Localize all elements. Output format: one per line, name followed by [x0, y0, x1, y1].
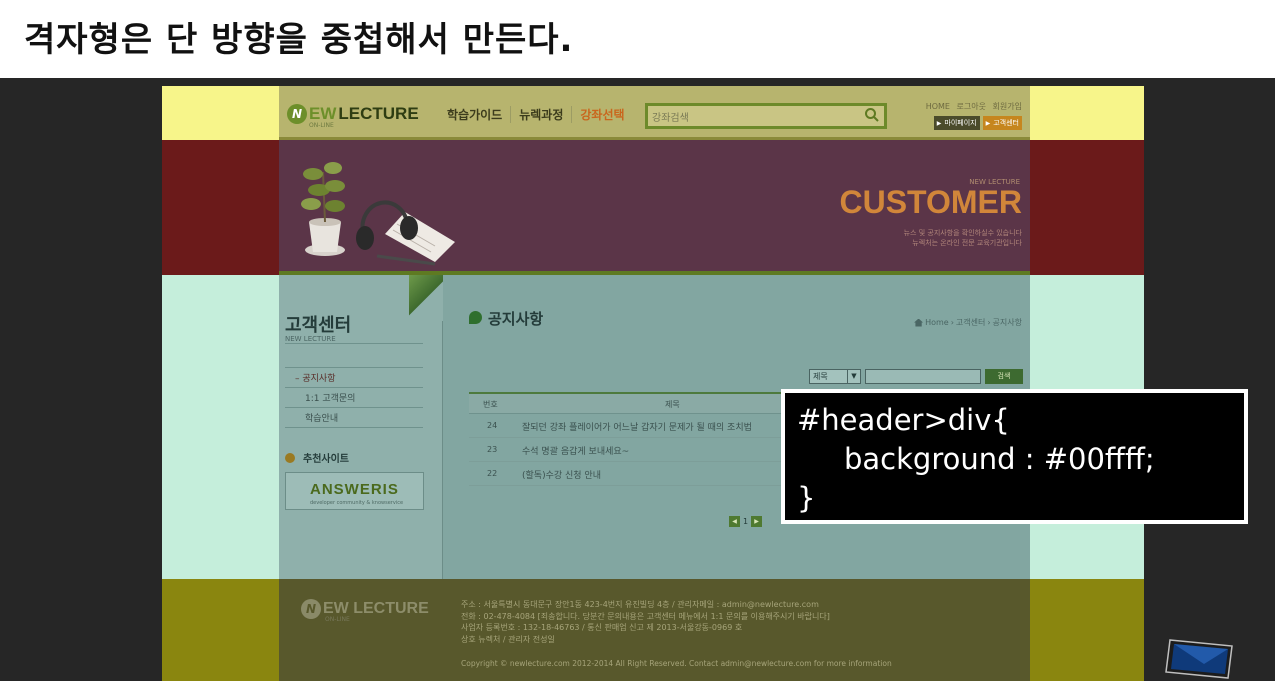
site-footer: N EW LECTURE ON-LINE 주소 : 서울특별시 동대문구 장안1… [279, 579, 1030, 681]
website-screenshot: N EW LECTURE ON-LINE 학습가이드 뉴렉과정 강좌선택 강좌검… [162, 86, 1144, 681]
sidebar-title: 고객센터 [285, 315, 352, 336]
row-subject-link[interactable]: (할독)수강 신청 안내 [522, 468, 601, 481]
page-fold-decoration [409, 275, 443, 321]
util-link-logout[interactable]: 로그아웃 [957, 102, 986, 111]
column-header-no: 번호 [483, 400, 498, 409]
logo-badge-icon: N [287, 104, 307, 124]
presentation-stage: N EW LECTURE ON-LINE 학습가이드 뉴렉과정 강좌선택 강좌검… [0, 78, 1275, 681]
site-banner: NEW LECTURE CUSTOMER 뉴스 및 공지사항을 확인하실수 있습… [279, 140, 1030, 275]
recommend-heading: 추천사이트 [303, 454, 349, 465]
sidebar-item-inquiry[interactable]: 1:1 고객문의 [305, 391, 355, 404]
util-link-home[interactable]: HOME [926, 102, 950, 111]
sidebar-divider [285, 427, 423, 428]
answeris-banner[interactable]: ANSWERIS developer community & knowservi… [285, 472, 424, 510]
code-line-close: } [797, 481, 816, 515]
pagination: ◀ 1 ▶ [729, 516, 763, 527]
nav-item-courses[interactable]: 뉴렉과정 [511, 106, 573, 123]
monitor-thumbnail-icon [1165, 639, 1233, 679]
search-placeholder: 강좌검색 [652, 113, 689, 124]
logo-subtext: ON-LINE [309, 122, 334, 129]
leaf-icon [469, 311, 482, 324]
search-button[interactable]: 검색 [985, 369, 1023, 384]
site-logo[interactable]: N EW LECTURE ON-LINE [287, 104, 419, 129]
mypage-label: 마이페이지 [944, 119, 977, 127]
banner-title: CUSTOMER [839, 184, 1022, 220]
breadcrumb-home[interactable]: Home [925, 318, 949, 327]
nav-item-select-course[interactable]: 강좌선택 [572, 106, 632, 123]
footer-logo-badge-icon: N [301, 599, 321, 619]
sidebar-item-study-guide[interactable]: 학습안내 [305, 411, 338, 424]
keyword-input[interactable] [865, 369, 981, 384]
arrow-right-icon: ▶ [936, 119, 942, 127]
answeris-tagline: developer community & knowservice [310, 500, 404, 506]
row-subject-link[interactable]: 잘되던 강좌 플레이어가 어느날 갑자기 문제가 될 때의 조치법 [522, 420, 752, 433]
footer-phone: 전화 : 02-478-4084 [죄송합니다. 당분간 문의내용은 고객센터 … [461, 611, 830, 621]
slide-title-bar: 격자형은 단 방향을 중첩해서 만든다. [0, 0, 1275, 78]
breadcrumb: Home › 고객센터 › 공지사항 [914, 317, 1022, 328]
row-number: 22 [487, 469, 498, 478]
sidebar: 고객센터 NEW LECTURE – 공지사항 1:1 고객문의 학습안내 추천… [279, 275, 443, 579]
sidebar-divider [285, 367, 423, 368]
footer-info: 주소 : 서울특별시 동대문구 장안1동 423-4번지 유진빌딩 4층 / 관… [461, 599, 830, 645]
breadcrumb-customer-center[interactable]: 고객센터 [956, 317, 985, 328]
logo-lecture-text: LECTURE [338, 104, 419, 123]
footer-logo-subtext: ON-LINE [325, 616, 350, 623]
code-line-declaration: background : #00ffff; [844, 442, 1155, 476]
util-buttons: ▶ 마이페이지 ▶ 고객센터 [933, 116, 1022, 130]
banner-desc-line2: 뉴렉처는 온라인 전문 교육기관입니다 [912, 239, 1022, 247]
css-code-callout: #header>div{ background : #00ffff; } [781, 389, 1248, 524]
code-line-selector: #header>div{ [797, 403, 1010, 437]
row-subject-link[interactable]: 수석 명괄 음갑게 보내세요~ [522, 444, 629, 457]
home-icon [914, 318, 924, 327]
breadcrumb-separator-icon: › [950, 318, 954, 327]
answeris-logo-text: ANSWERIS [310, 481, 399, 498]
plant-headphones-illustration [301, 162, 455, 266]
customer-center-button[interactable]: ▶ 고객센터 [982, 116, 1022, 130]
prev-page-icon[interactable]: ◀ [729, 516, 740, 527]
sidebar-divider [285, 407, 423, 408]
course-search-input[interactable]: 강좌검색 [645, 103, 887, 129]
footer-logo: N EW LECTURE [301, 599, 429, 619]
footer-copyright: Copyright © newlecture.com 2012-2014 All… [461, 659, 892, 668]
banner-description: 뉴스 및 공지사항을 확인하실수 있습니다 뉴렉처는 온라인 전문 교육기관입니… [904, 228, 1022, 248]
arrow-right-icon: ▶ [985, 119, 991, 127]
search-field-select[interactable]: 제목 ▼ [809, 369, 861, 384]
page-title: 공지사항 [488, 310, 544, 328]
footer-address: 주소 : 서울특별시 동대문구 장안1동 423-4번지 유진빌딩 4층 / 관… [461, 600, 819, 609]
recommend-bullet-icon [285, 453, 295, 463]
util-link-join[interactable]: 회원가입 [993, 102, 1022, 111]
search-field-value: 제목 [813, 372, 828, 381]
nav-item-guide[interactable]: 학습가이드 [439, 106, 512, 123]
sidebar-item-notice[interactable]: – 공지사항 [295, 371, 336, 384]
row-number: 24 [487, 421, 498, 430]
sidebar-divider [285, 387, 423, 388]
next-page-icon[interactable]: ▶ [751, 516, 763, 527]
breadcrumb-separator-icon: › [987, 318, 991, 327]
util-links: HOME 로그아웃 회원가입 [922, 101, 1022, 112]
logo-ew-text: EW [309, 104, 337, 123]
sidebar-item-label: 공지사항 [302, 374, 336, 384]
search-icon[interactable] [864, 107, 880, 127]
breadcrumb-notice: 공지사항 [992, 318, 1022, 327]
footer-company: 상호 뉴렉처 / 관리자 전성일 [461, 634, 555, 644]
row-number: 23 [487, 445, 498, 454]
sidebar-divider [285, 343, 423, 344]
footer-business-number: 사업자 등록번호 : 132-18-46763 / 통신 판매업 신고 제 20… [461, 623, 743, 632]
slide-title: 격자형은 단 방향을 중첩해서 만든다. [24, 20, 574, 60]
chevron-down-icon: ▼ [847, 370, 860, 383]
code-block: #header>div{ background : #00ffff; } [785, 393, 1244, 520]
column-header-subject: 제목 [665, 400, 680, 409]
site-header: N EW LECTURE ON-LINE 학습가이드 뉴렉과정 강좌선택 강좌검… [279, 86, 1030, 140]
page-number[interactable]: 1 [743, 517, 748, 526]
customer-center-label: 고객센터 [993, 119, 1019, 127]
sidebar-subtitle: NEW LECTURE [285, 335, 336, 343]
mypage-button[interactable]: ▶ 마이페이지 [933, 116, 980, 130]
banner-desc-line1: 뉴스 및 공지사항을 확인하실수 있습니다 [903, 229, 1022, 237]
main-nav: 학습가이드 뉴렉과정 강좌선택 [439, 106, 633, 123]
